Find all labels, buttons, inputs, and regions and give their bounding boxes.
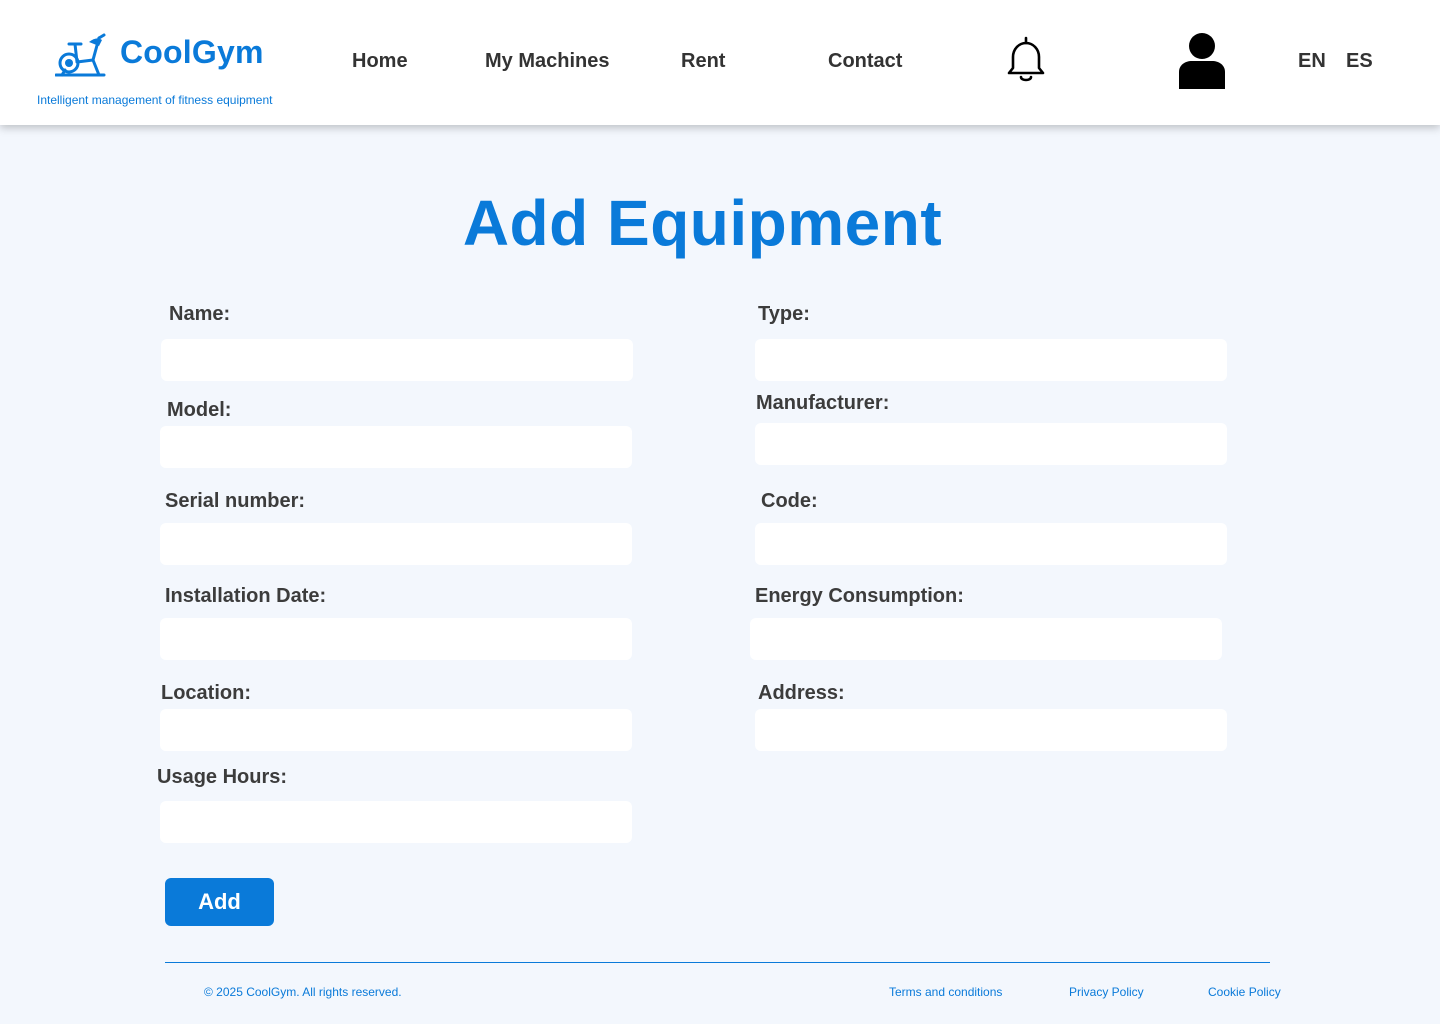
manufacturer-label: Manufacturer: — [756, 392, 890, 414]
energy-consumption-label: Energy Consumption: — [755, 585, 964, 607]
exercise-bike-icon — [55, 33, 106, 77]
location-label: Location: — [161, 682, 251, 704]
page-title: Add Equipment — [462, 187, 943, 259]
installation-date-label: Installation Date: — [165, 585, 327, 607]
location-input[interactable] — [160, 709, 632, 751]
type-label: Type: — [758, 303, 810, 325]
footer-cookie-link[interactable]: Cookie Policy — [1208, 985, 1281, 999]
lang-en[interactable]: EN — [1298, 50, 1326, 73]
footer-divider — [165, 962, 1270, 963]
name-input[interactable] — [161, 339, 633, 381]
user-icon[interactable] — [1176, 32, 1228, 90]
energy-consumption-input[interactable] — [750, 618, 1222, 660]
name-label: Name: — [169, 303, 231, 325]
address-input[interactable] — [755, 709, 1227, 751]
footer-copyright: © 2025 CoolGym. All rights reserved. — [204, 985, 402, 999]
top-header: CoolGym Intelligent management of fitnes… — [0, 0, 1440, 125]
manufacturer-input[interactable] — [755, 423, 1227, 465]
code-label: Code: — [761, 490, 818, 512]
installation-date-input[interactable] — [160, 618, 632, 660]
nav-my-machines[interactable]: My Machines — [485, 50, 609, 73]
model-input[interactable] — [160, 426, 632, 468]
bell-icon[interactable] — [1005, 36, 1047, 84]
serial-number-input[interactable] — [160, 523, 632, 565]
nav-contact[interactable]: Contact — [828, 50, 902, 73]
model-label: Model: — [167, 399, 232, 421]
logo-text[interactable]: CoolGym — [120, 34, 264, 71]
footer-terms-link[interactable]: Terms and conditions — [889, 985, 1002, 999]
tagline: Intelligent management of fitness equipm… — [37, 93, 273, 107]
code-input[interactable] — [755, 523, 1227, 565]
nav-rent[interactable]: Rent — [681, 50, 725, 73]
add-button[interactable]: Add — [165, 878, 274, 926]
footer-privacy-link[interactable]: Privacy Policy — [1069, 985, 1144, 999]
serial-number-label: Serial number: — [165, 490, 306, 512]
type-input[interactable] — [755, 339, 1227, 381]
usage-hours-input[interactable] — [160, 801, 632, 843]
usage-hours-label: Usage Hours: — [157, 766, 288, 788]
address-label: Address: — [758, 682, 845, 704]
lang-es[interactable]: ES — [1346, 50, 1373, 73]
nav-home[interactable]: Home — [352, 50, 408, 73]
